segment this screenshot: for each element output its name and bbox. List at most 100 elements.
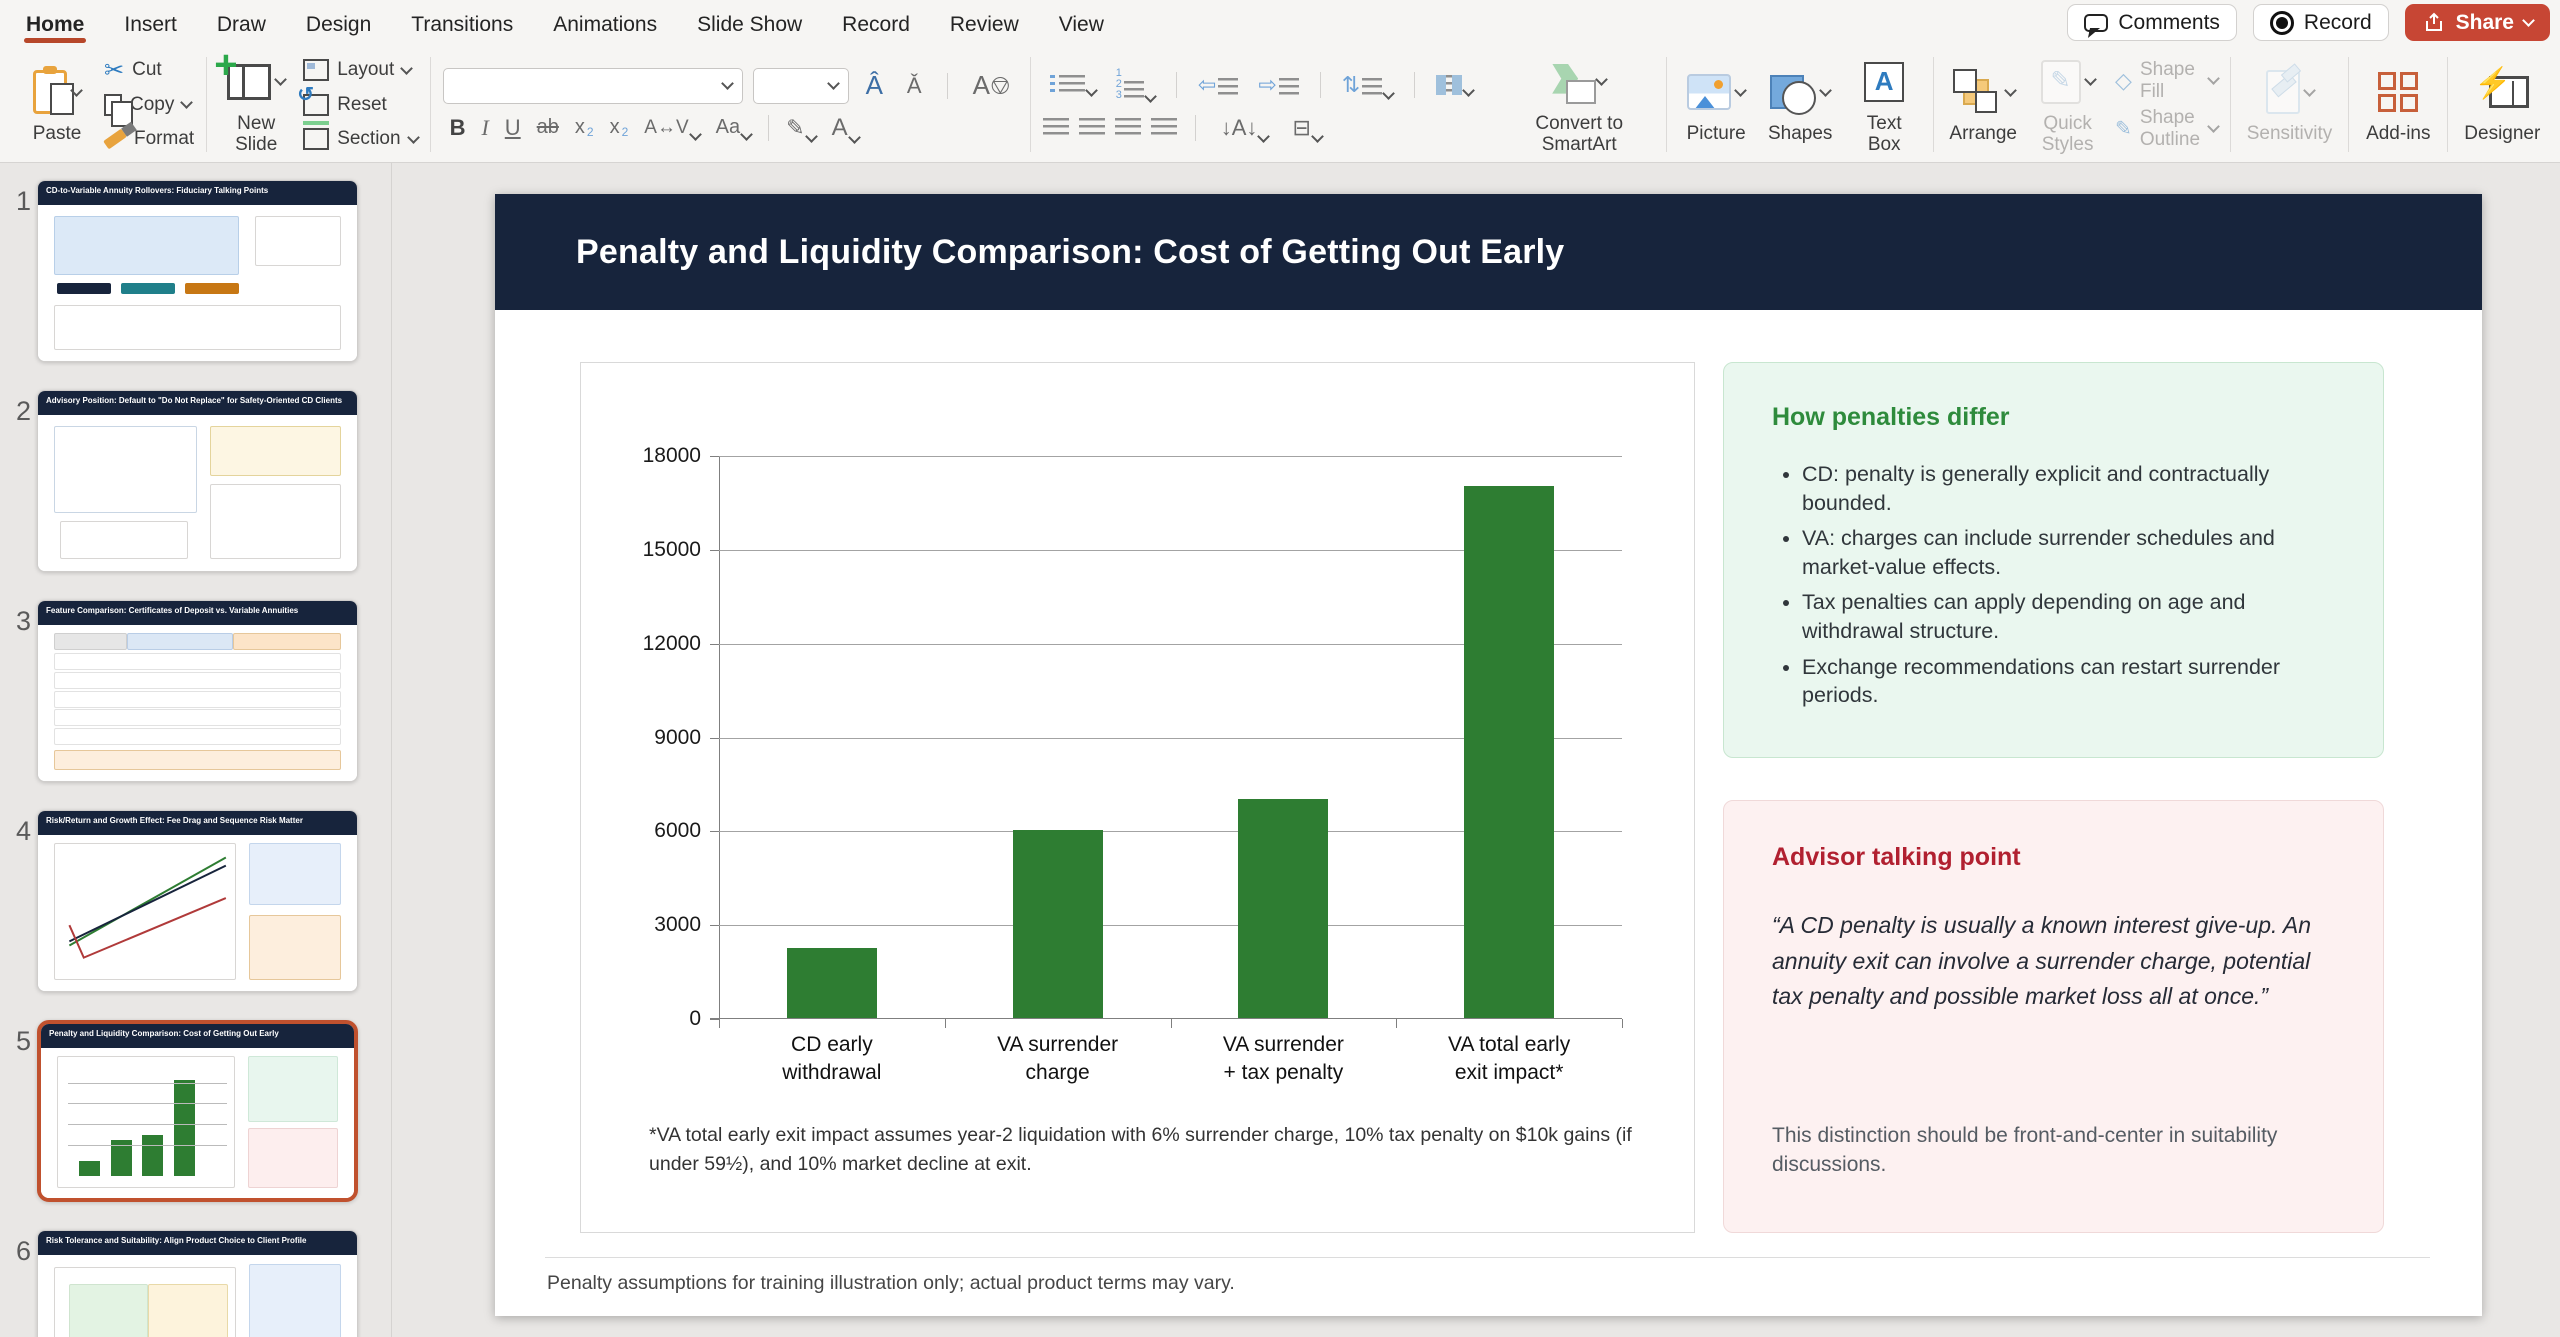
change-case-button[interactable]: Aa xyxy=(709,116,758,139)
decrease-font-size-button[interactable]: Ǎ xyxy=(900,73,929,99)
bar-2[interactable] xyxy=(1013,830,1103,1018)
slide-thumbnail-3[interactable]: Feature Comparison: Certificates of Depo… xyxy=(37,600,358,782)
reset-button[interactable]: Reset xyxy=(303,90,417,120)
thumbnail-content-block xyxy=(185,283,239,294)
align-right-button[interactable] xyxy=(1115,118,1141,138)
tab-draw[interactable]: Draw xyxy=(197,7,286,39)
slide-thumbnail-4[interactable]: Risk/Return and Growth Effect: Fee Drag … xyxy=(37,810,358,992)
thumbnail-title: CD-to-Variable Annuity Rollovers: Fiduci… xyxy=(38,181,357,205)
underline-button[interactable]: U xyxy=(498,115,528,141)
tab-record[interactable]: Record xyxy=(822,7,930,39)
y-tick-label: 18000 xyxy=(611,444,701,468)
convert-smartart-button[interactable]: Convert to SmartArt xyxy=(1504,52,1654,158)
tab-slide-show[interactable]: Slide Show xyxy=(677,7,822,39)
designer-button[interactable]: Designer xyxy=(2460,62,2544,147)
bar-1[interactable] xyxy=(787,948,877,1018)
x-tick-mark xyxy=(1396,1019,1397,1028)
arrange-button[interactable]: Arrange xyxy=(1946,62,2020,147)
add-ins-button[interactable]: Add-ins xyxy=(2361,62,2435,147)
record-button[interactable]: Record xyxy=(2253,4,2389,41)
comments-icon xyxy=(2084,14,2108,32)
gridline xyxy=(719,456,1622,457)
font-color-button[interactable]: A xyxy=(825,114,866,142)
advisor-talking-point-box[interactable]: Advisor talking point “A CD penalty is u… xyxy=(1723,800,2384,1233)
text-box-button[interactable]: A Text Box xyxy=(1847,52,1921,158)
slide-thumbnail-1[interactable]: CD-to-Variable Annuity Rollovers: Fiduci… xyxy=(37,180,358,362)
thumbnail-content-block xyxy=(54,709,341,726)
bar-chart[interactable]: 0300060009000120001500018000CD early wit… xyxy=(580,362,1695,1233)
format-button[interactable]: Format xyxy=(104,124,194,154)
font-name-combo[interactable] xyxy=(443,68,743,104)
how-penalties-differ-box[interactable]: How penalties differ CD: penalty is gene… xyxy=(1723,362,2384,758)
new-slide-chevron-icon xyxy=(274,73,287,86)
clear-formatting-button[interactable]: A⎊ xyxy=(966,70,1018,102)
thumbnail-content-block xyxy=(57,1056,235,1188)
copy-button[interactable]: Copy xyxy=(104,90,194,120)
picture-button[interactable]: Picture xyxy=(1679,62,1753,147)
slide-thumbnail-5[interactable]: Penalty and Liquidity Comparison: Cost o… xyxy=(37,1020,358,1202)
bar-3[interactable] xyxy=(1238,799,1328,1018)
layout-button[interactable]: Layout xyxy=(303,55,417,85)
shape-fill-button[interactable]: ◇Shape Fill xyxy=(2115,66,2218,96)
tab-transitions[interactable]: Transitions xyxy=(391,7,533,39)
text-direction-button[interactable]: ↓A↓ xyxy=(1214,115,1276,141)
bar-4[interactable] xyxy=(1464,486,1554,1018)
superscript-button[interactable]: x2 xyxy=(568,116,601,139)
quick-styles-button[interactable]: ✎ Quick Styles xyxy=(2030,52,2105,158)
convert-smartart-label: Convert to SmartArt xyxy=(1508,114,1650,156)
share-button[interactable]: Share xyxy=(2405,4,2550,41)
sensitivity-button[interactable]: Sensitivity xyxy=(2243,62,2337,147)
font-size-combo[interactable] xyxy=(753,68,849,104)
designer-icon xyxy=(2489,76,2529,108)
align-left-button[interactable] xyxy=(1043,118,1069,138)
bullets-button[interactable] xyxy=(1043,75,1103,95)
italic-button[interactable]: I xyxy=(474,115,495,141)
character-spacing-button[interactable]: A↔V xyxy=(637,117,706,139)
highlight-button[interactable]: ✎ xyxy=(779,115,822,141)
thumbnail-body xyxy=(41,1048,354,1198)
scissors-icon: ✂ xyxy=(104,56,124,85)
share-label: Share xyxy=(2456,11,2514,35)
tab-design[interactable]: Design xyxy=(286,7,391,39)
thumbnail-row: 5Penalty and Liquidity Comparison: Cost … xyxy=(0,1020,391,1220)
slide-editor[interactable]: Penalty and Liquidity Comparison: Cost o… xyxy=(495,194,2482,1316)
align-text-button[interactable]: ⊟ xyxy=(1285,115,1328,141)
tab-home[interactable]: Home xyxy=(6,7,104,39)
paragraph-group: 123 ⇦ ⇨ ⇅ ↓A↓ ⊟ xyxy=(1031,51,1492,158)
y-tick-mark xyxy=(710,550,719,551)
paste-button[interactable]: Paste xyxy=(20,62,94,147)
tab-review[interactable]: Review xyxy=(930,7,1039,39)
slides-group: New Slide Layout Reset Section xyxy=(207,51,429,158)
tab-insert[interactable]: Insert xyxy=(104,7,197,39)
increase-indent-button[interactable]: ⇨ xyxy=(1251,72,1305,98)
cut-button[interactable]: ✂Cut xyxy=(104,55,194,85)
slide-thumbnail-6[interactable]: Risk Tolerance and Suitability: Align Pr… xyxy=(37,1230,358,1337)
columns-button[interactable] xyxy=(1429,75,1480,95)
paste-label: Paste xyxy=(33,124,82,145)
align-center-button[interactable] xyxy=(1079,118,1105,138)
subscript-button[interactable]: x2 xyxy=(603,116,636,139)
designer-copilot-group: Designer Copilot xyxy=(2448,51,2560,158)
copilot-button[interactable]: Copilot xyxy=(2554,62,2560,147)
numbering-button[interactable]: 123 xyxy=(1109,68,1162,101)
shape-outline-chevron-icon xyxy=(2207,120,2220,133)
thumbnail-content-block xyxy=(248,1056,339,1122)
increase-font-size-button[interactable]: Â xyxy=(859,70,890,101)
decrease-indent-button[interactable]: ⇦ xyxy=(1191,72,1245,98)
shape-outline-button[interactable]: ✎Shape Outline xyxy=(2115,114,2218,144)
tab-animations[interactable]: Animations xyxy=(533,7,677,39)
tab-view[interactable]: View xyxy=(1039,7,1124,39)
comments-button[interactable]: Comments xyxy=(2067,4,2237,41)
justify-button[interactable] xyxy=(1151,118,1177,138)
section-label: Section xyxy=(337,128,400,150)
thumbnail-body xyxy=(38,205,357,361)
section-button[interactable]: Section xyxy=(303,124,417,154)
chart-plot-area: 0300060009000120001500018000CD early wit… xyxy=(719,456,1622,1019)
shapes-button[interactable]: Shapes xyxy=(1763,62,1837,147)
line-spacing-button[interactable]: ⇅ xyxy=(1335,72,1400,98)
bold-button[interactable]: B xyxy=(443,115,473,141)
smartart-icon xyxy=(1552,62,1592,102)
slide-thumbnail-2[interactable]: Advisory Position: Default to "Do Not Re… xyxy=(37,390,358,572)
strikethrough-button[interactable]: ab xyxy=(530,116,566,139)
new-slide-button[interactable]: New Slide xyxy=(219,52,293,158)
